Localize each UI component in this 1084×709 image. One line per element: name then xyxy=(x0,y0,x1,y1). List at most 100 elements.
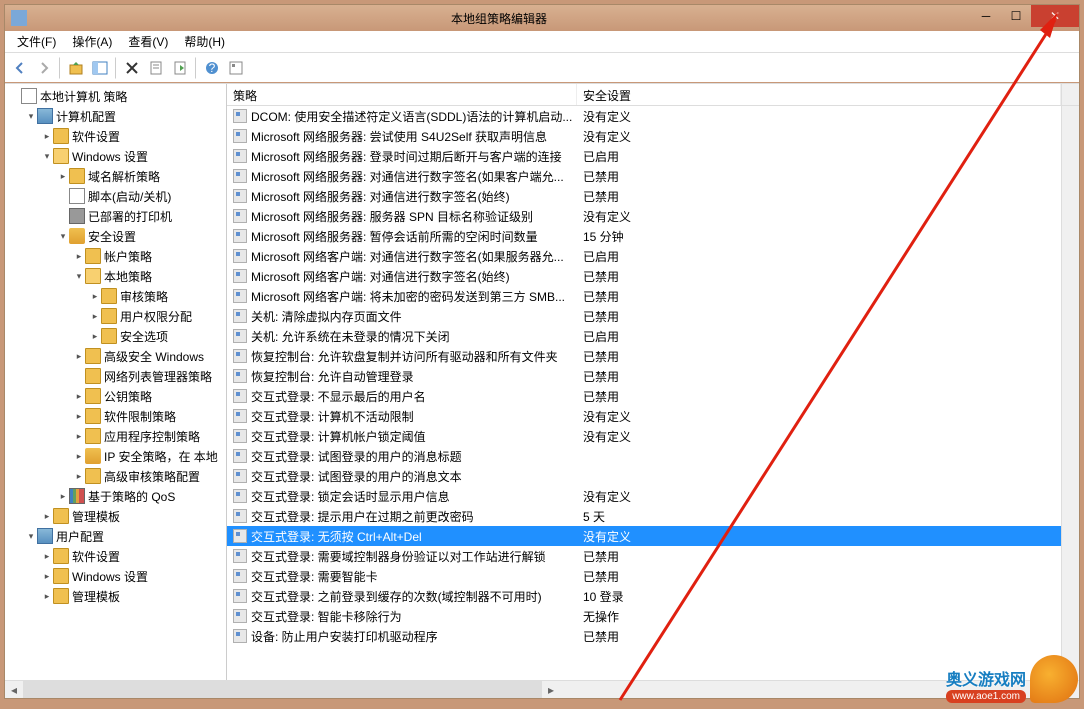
tree-item[interactable]: ▸本地计算机 策略 xyxy=(5,86,226,106)
expand-arrow-icon[interactable]: ▸ xyxy=(89,331,101,342)
policy-row[interactable]: 交互式登录: 计算机不活动限制没有定义 xyxy=(227,406,1061,426)
expand-arrow-icon[interactable]: ▸ xyxy=(73,411,85,422)
policy-row[interactable]: 关机: 允许系统在未登录的情况下关闭已启用 xyxy=(227,326,1061,346)
policy-row[interactable]: 交互式登录: 不显示最后的用户名已禁用 xyxy=(227,386,1061,406)
forward-button[interactable] xyxy=(33,57,55,79)
expand-arrow-icon[interactable]: ▾ xyxy=(73,271,85,282)
tree-item[interactable]: ▸高级安全 Windows xyxy=(5,346,226,366)
policy-row[interactable]: 交互式登录: 智能卡移除行为无操作 xyxy=(227,606,1061,626)
properties-button[interactable] xyxy=(145,57,167,79)
menu-view[interactable]: 查看(V) xyxy=(120,31,176,52)
policy-row[interactable]: Microsoft 网络服务器: 登录时间过期后断开与客户端的连接已启用 xyxy=(227,146,1061,166)
tree-item[interactable]: ▾本地策略 xyxy=(5,266,226,286)
tree-item[interactable]: ▸审核策略 xyxy=(5,286,226,306)
policy-row[interactable]: 交互式登录: 试图登录的用户的消息标题 xyxy=(227,446,1061,466)
menu-help[interactable]: 帮助(H) xyxy=(176,31,233,52)
back-button[interactable] xyxy=(9,57,31,79)
expand-arrow-icon[interactable]: ▾ xyxy=(25,531,37,542)
expand-arrow-icon[interactable]: ▸ xyxy=(57,491,69,502)
up-button[interactable] xyxy=(65,57,87,79)
menu-file[interactable]: 文件(F) xyxy=(9,31,64,52)
tree-item[interactable]: ▸公钥策略 xyxy=(5,386,226,406)
policy-row[interactable]: 交互式登录: 需要域控制器身份验证以对工作站进行解锁已禁用 xyxy=(227,546,1061,566)
tree-item[interactable]: ▸IP 安全策略，在 本地 xyxy=(5,446,226,466)
tree-item[interactable]: ▸软件设置 xyxy=(5,126,226,146)
hscroll-track-left[interactable] xyxy=(23,681,542,698)
policy-row[interactable]: Microsoft 网络服务器: 服务器 SPN 目标名称验证级别没有定义 xyxy=(227,206,1061,226)
help-button[interactable]: ? xyxy=(201,57,223,79)
tree-pane[interactable]: ▸本地计算机 策略▾计算机配置▸软件设置▾Windows 设置▸域名解析策略▸脚… xyxy=(5,84,227,680)
menu-action[interactable]: 操作(A) xyxy=(64,31,120,52)
tree-item[interactable]: ▾安全设置 xyxy=(5,226,226,246)
expand-arrow-icon[interactable]: ▸ xyxy=(73,431,85,442)
policy-setting: 没有定义 xyxy=(577,428,1061,445)
policy-row[interactable]: Microsoft 网络服务器: 暂停会话前所需的空闲时间数量15 分钟 xyxy=(227,226,1061,246)
tree-item[interactable]: ▸Windows 设置 xyxy=(5,566,226,586)
policy-row[interactable]: Microsoft 网络客户端: 对通信进行数字签名(如果服务器允...已启用 xyxy=(227,246,1061,266)
expand-arrow-icon[interactable]: ▾ xyxy=(25,111,37,122)
policy-row[interactable]: 交互式登录: 提示用户在过期之前更改密码5 天 xyxy=(227,506,1061,526)
expand-arrow-icon[interactable]: ▾ xyxy=(41,151,53,162)
hscroll-right[interactable]: ▸ xyxy=(542,681,560,698)
tree-item[interactable]: ▾用户配置 xyxy=(5,526,226,546)
policy-row[interactable]: 交互式登录: 需要智能卡已禁用 xyxy=(227,566,1061,586)
policy-row[interactable]: Microsoft 网络客户端: 将未加密的密码发送到第三方 SMB...已禁用 xyxy=(227,286,1061,306)
expand-arrow-icon[interactable]: ▸ xyxy=(41,131,53,142)
list-body[interactable]: DCOM: 使用安全描述符定义语言(SDDL)语法的计算机启动...没有定义Mi… xyxy=(227,106,1061,680)
policy-row[interactable]: Microsoft 网络客户端: 对通信进行数字签名(始终)已禁用 xyxy=(227,266,1061,286)
expand-arrow-icon[interactable]: ▸ xyxy=(73,391,85,402)
policy-row[interactable]: 恢复控制台: 允许软盘复制并访问所有驱动器和所有文件夹已禁用 xyxy=(227,346,1061,366)
policy-row[interactable]: 交互式登录: 计算机帐户锁定阈值没有定义 xyxy=(227,426,1061,446)
tree-item[interactable]: ▾计算机配置 xyxy=(5,106,226,126)
tree-item[interactable]: ▸管理模板 xyxy=(5,506,226,526)
expand-arrow-icon[interactable]: ▸ xyxy=(89,291,101,302)
tree-item[interactable]: ▸高级审核策略配置 xyxy=(5,466,226,486)
tree-item[interactable]: ▸域名解析策略 xyxy=(5,166,226,186)
column-security-setting[interactable]: 安全设置 xyxy=(577,84,1061,105)
expand-arrow-icon[interactable]: ▸ xyxy=(73,451,85,462)
tree-item[interactable]: ▸管理模板 xyxy=(5,586,226,606)
policy-row[interactable]: Microsoft 网络服务器: 对通信进行数字签名(如果客户端允...已禁用 xyxy=(227,166,1061,186)
policy-row[interactable]: DCOM: 使用安全描述符定义语言(SDDL)语法的计算机启动...没有定义 xyxy=(227,106,1061,126)
vertical-scrollbar[interactable] xyxy=(1061,106,1079,680)
tree-item[interactable]: ▾Windows 设置 xyxy=(5,146,226,166)
export-button[interactable] xyxy=(169,57,191,79)
tree-item[interactable]: ▸应用程序控制策略 xyxy=(5,426,226,446)
policy-row[interactable]: 交互式登录: 锁定会话时显示用户信息没有定义 xyxy=(227,486,1061,506)
policy-row[interactable]: Microsoft 网络服务器: 对通信进行数字签名(始终)已禁用 xyxy=(227,186,1061,206)
policy-row[interactable]: 交互式登录: 之前登录到缓存的次数(域控制器不可用时)10 登录 xyxy=(227,586,1061,606)
policy-row[interactable]: 交互式登录: 试图登录的用户的消息文本 xyxy=(227,466,1061,486)
expand-arrow-icon[interactable]: ▸ xyxy=(73,251,85,262)
minimize-button[interactable]: ─ xyxy=(971,5,1001,27)
policy-row[interactable]: Microsoft 网络服务器: 尝试使用 S4U2Self 获取声明信息没有定… xyxy=(227,126,1061,146)
policy-row[interactable]: 关机: 清除虚拟内存页面文件已禁用 xyxy=(227,306,1061,326)
policy-row[interactable]: 交互式登录: 无须按 Ctrl+Alt+Del没有定义 xyxy=(227,526,1061,546)
expand-arrow-icon[interactable]: ▸ xyxy=(41,591,53,602)
tree-item[interactable]: ▸脚本(启动/关机) xyxy=(5,186,226,206)
maximize-button[interactable]: ☐ xyxy=(1001,5,1031,27)
column-policy[interactable]: 策略 xyxy=(227,84,577,105)
tree-item[interactable]: ▸安全选项 xyxy=(5,326,226,346)
show-hide-tree-button[interactable] xyxy=(89,57,111,79)
expand-arrow-icon[interactable]: ▸ xyxy=(41,511,53,522)
tree-item[interactable]: ▸软件限制策略 xyxy=(5,406,226,426)
expand-arrow-icon[interactable]: ▸ xyxy=(57,171,69,182)
expand-arrow-icon[interactable]: ▸ xyxy=(89,311,101,322)
tree-item[interactable]: ▸基于策略的 QoS xyxy=(5,486,226,506)
policy-row[interactable]: 恢复控制台: 允许自动管理登录已禁用 xyxy=(227,366,1061,386)
delete-button[interactable] xyxy=(121,57,143,79)
close-button[interactable]: ✕ xyxy=(1031,5,1079,27)
tree-item[interactable]: ▸网络列表管理器策略 xyxy=(5,366,226,386)
tree-item[interactable]: ▸软件设置 xyxy=(5,546,226,566)
tree-item[interactable]: ▸用户权限分配 xyxy=(5,306,226,326)
expand-arrow-icon[interactable]: ▸ xyxy=(73,351,85,362)
expand-arrow-icon[interactable]: ▸ xyxy=(41,571,53,582)
expand-arrow-icon[interactable]: ▾ xyxy=(57,231,69,242)
hscroll-left[interactable]: ◂ xyxy=(5,681,23,698)
policy-row[interactable]: 设备: 防止用户安装打印机驱动程序已禁用 xyxy=(227,626,1061,646)
expand-arrow-icon[interactable]: ▸ xyxy=(73,471,85,482)
refresh-button[interactable] xyxy=(225,57,247,79)
tree-item[interactable]: ▸已部署的打印机 xyxy=(5,206,226,226)
tree-item[interactable]: ▸帐户策略 xyxy=(5,246,226,266)
expand-arrow-icon[interactable]: ▸ xyxy=(41,551,53,562)
